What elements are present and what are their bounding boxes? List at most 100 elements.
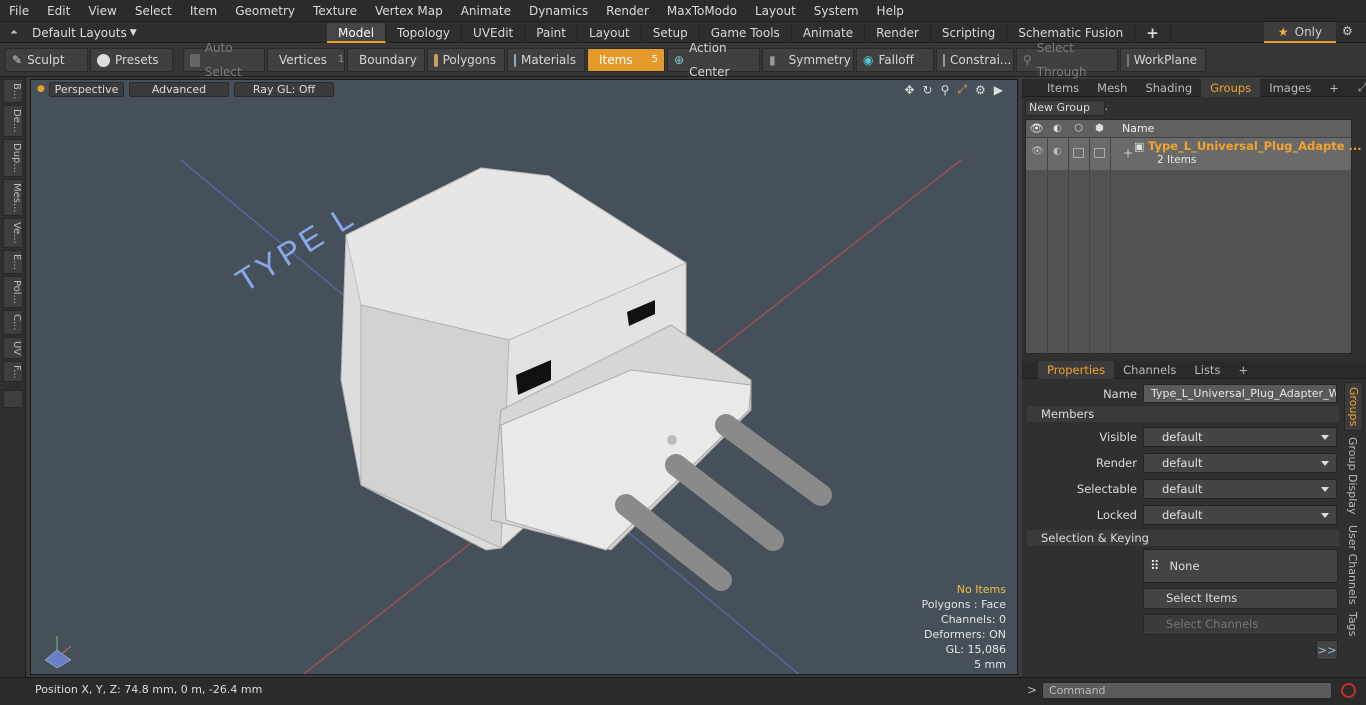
workplane-button[interactable]: WorkPlane — [1120, 48, 1206, 72]
tab-topology[interactable]: Topology — [386, 22, 463, 43]
row-render-icon[interactable]: ◐ — [1053, 146, 1062, 157]
tab-lists[interactable]: Lists — [1185, 361, 1229, 379]
tab-groups[interactable]: Groups — [1201, 78, 1261, 97]
tab-images[interactable]: Images — [1260, 79, 1320, 97]
sculpt-button[interactable]: ✎ Sculpt — [5, 48, 88, 72]
menu-animate[interactable]: Animate — [452, 0, 520, 22]
left-tab-curve[interactable]: C... — [3, 309, 23, 335]
play-icon[interactable]: ▶ — [994, 83, 1003, 97]
side-tab-group-display[interactable]: Group Display — [1344, 431, 1361, 521]
symmetry-button[interactable]: ▮ Symmetry — [762, 48, 854, 72]
row-select-checkbox[interactable] — [1073, 148, 1084, 158]
eye-icon[interactable]: 👁 — [1026, 122, 1047, 135]
constraints-button[interactable]: Constrai... — [936, 48, 1014, 72]
menu-layout[interactable]: Layout — [746, 0, 805, 22]
tab-shading[interactable]: Shading — [1136, 79, 1201, 97]
left-tab-basic[interactable]: B... — [3, 79, 23, 104]
menu-help[interactable]: Help — [868, 0, 913, 22]
tab-channels[interactable]: Channels — [1114, 361, 1185, 379]
left-tab-vertex[interactable]: Ve... — [3, 218, 23, 249]
menu-view[interactable]: View — [79, 0, 125, 22]
select-through-button[interactable]: ⚲ Select Through — [1016, 41, 1118, 79]
tab-render[interactable]: Render — [865, 22, 931, 43]
render-select[interactable]: default — [1143, 453, 1337, 473]
none-button[interactable]: ⠿ None — [1143, 549, 1338, 583]
tab-mesh[interactable]: Mesh ... — [1088, 79, 1136, 113]
menu-item[interactable]: Item — [181, 0, 226, 22]
left-tab-deform[interactable]: De... — [3, 105, 23, 137]
viewport-gear-icon[interactable]: ⚙ — [975, 83, 986, 97]
pan-icon[interactable]: ✥ — [904, 83, 914, 97]
tab-properties[interactable]: Properties — [1038, 360, 1115, 379]
tab-items[interactable]: Items — [1038, 79, 1088, 97]
visible-select[interactable]: default — [1143, 427, 1337, 447]
layouts-dropdown[interactable]: ⏶ Default Layouts ▼ — [0, 22, 150, 43]
locked-select[interactable]: default — [1143, 505, 1337, 525]
vertices-button[interactable]: Vertices 1 — [267, 48, 345, 72]
new-group-button[interactable]: New Group — [1025, 100, 1105, 116]
menu-select[interactable]: Select — [126, 0, 181, 22]
select-items-button[interactable]: Select Items — [1143, 588, 1338, 609]
menu-maxtomodo[interactable]: MaxToModo — [658, 0, 746, 22]
gear-icon[interactable]: ⚙ — [1342, 24, 1353, 38]
menu-system[interactable]: System — [805, 0, 868, 22]
items-button[interactable]: Items 5 — [587, 48, 665, 72]
only-toggle[interactable]: ★ Only — [1264, 22, 1336, 43]
render-icon[interactable]: ◐ — [1047, 123, 1068, 134]
left-tab-polygon[interactable]: Pol... — [3, 275, 23, 308]
add-tab-icon[interactable]: + — [1320, 79, 1348, 97]
record-icon[interactable] — [1341, 683, 1356, 698]
left-tab-extra[interactable] — [3, 390, 23, 409]
auto-select-button[interactable]: Auto Select — [183, 41, 265, 79]
name-field[interactable]: Type_L_Universal_Plug_Adapter_Whit — [1143, 384, 1337, 403]
tab-paint[interactable]: Paint — [525, 22, 578, 43]
raygl-toggle-button[interactable]: Ray GL: Off — [234, 82, 334, 97]
menu-texture[interactable]: Texture — [304, 0, 366, 22]
tab-uvedit[interactable]: UVEdit — [462, 22, 526, 43]
menu-geometry[interactable]: Geometry — [226, 0, 304, 22]
view-perspective-button[interactable]: Perspective — [49, 82, 124, 97]
row-eye-icon[interactable]: 👁 — [1031, 146, 1044, 157]
expand-icon[interactable]: ⤢ — [1358, 80, 1366, 95]
presets-button[interactable]: Presets — [90, 48, 173, 72]
group-row[interactable]: 👁 ◐ + ▣ Type_L_Universal_Plug_Adapte ...… — [1026, 138, 1362, 170]
menu-edit[interactable]: Edit — [38, 0, 79, 22]
left-tab-edge[interactable]: E... — [3, 250, 23, 274]
left-tab-fusion[interactable]: F... — [3, 360, 23, 383]
more-button[interactable]: >> — [1316, 640, 1338, 660]
tab-layout[interactable]: Layout — [578, 22, 642, 43]
materials-button[interactable]: Materials — [507, 48, 585, 72]
left-tab-duplicate[interactable]: Dup... — [3, 138, 23, 177]
add-tab-icon[interactable]: + — [1135, 22, 1171, 43]
tab-model[interactable]: Model — [327, 22, 387, 43]
left-tab-uv[interactable]: UV — [3, 336, 23, 359]
row-lock-checkbox[interactable] — [1094, 148, 1105, 158]
members-section[interactable]: Members — [1027, 406, 1339, 422]
polygons-button[interactable]: Polygons — [427, 48, 505, 72]
side-tab-tags[interactable]: Tags — [1344, 608, 1361, 640]
shading-advanced-button[interactable]: Advanced — [129, 82, 229, 97]
tab-scripting[interactable]: Scripting — [931, 22, 1008, 43]
menu-vertex-map[interactable]: Vertex Map — [366, 0, 452, 22]
select-icon[interactable]: ⬡ — [1068, 123, 1089, 134]
menu-dynamics[interactable]: Dynamics — [520, 0, 597, 22]
menu-file[interactable]: File — [0, 0, 38, 22]
viewport-menu-dot[interactable]: ● — [37, 84, 45, 94]
expand-plus-icon[interactable]: + — [1123, 146, 1133, 160]
action-center-button[interactable]: ⊕ Action Center — [667, 41, 760, 79]
selectable-select[interactable]: default — [1143, 479, 1337, 499]
rotate-icon[interactable]: ↻ — [923, 83, 933, 97]
left-tab-mesh-edit[interactable]: Mes... — [3, 178, 23, 217]
menu-render[interactable]: Render — [597, 0, 658, 22]
falloff-button[interactable]: ◉ Falloff — [856, 48, 934, 72]
3d-viewport[interactable]: TYPE L ● Perspective Advanced Ray GL: Of… — [30, 79, 1018, 675]
tab-animate[interactable]: Animate — [792, 22, 866, 43]
command-input[interactable]: Command — [1042, 682, 1332, 699]
add-tab-icon[interactable]: + — [1229, 361, 1257, 379]
side-tab-groups[interactable]: Groups — [1344, 382, 1363, 432]
lock-icon[interactable]: ⬢ — [1089, 123, 1110, 134]
selection-keying-section[interactable]: Selection & Keying — [1027, 530, 1339, 546]
zoom-icon[interactable]: ⚲ — [941, 83, 950, 97]
maximize-icon[interactable]: ⤢ — [957, 82, 967, 97]
select-channels-button[interactable]: Select Channels — [1143, 614, 1338, 635]
